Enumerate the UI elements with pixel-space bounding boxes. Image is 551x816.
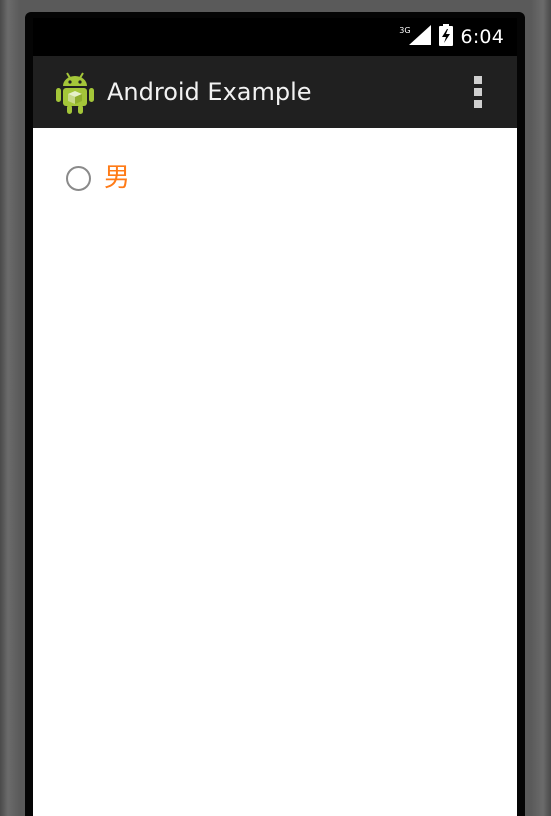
android-robot-icon[interactable]	[55, 71, 95, 115]
overflow-dot	[474, 76, 482, 84]
radio-button-circle[interactable]	[66, 165, 91, 191]
signal-icon	[408, 25, 431, 49]
network-type-label: 3G	[399, 25, 411, 35]
overflow-menu-icon[interactable]	[467, 74, 489, 110]
device-screen: 3G 6:04 Android Example 男	[33, 18, 517, 816]
overflow-dot	[474, 100, 482, 108]
radio-label[interactable]: 男	[104, 162, 130, 194]
overflow-dot	[474, 88, 482, 96]
gender-radio-male[interactable]: 男	[66, 162, 130, 194]
action-bar: Android Example	[33, 56, 517, 128]
main-content: 男	[33, 128, 517, 816]
status-bar-right: 3G 6:04	[399, 24, 504, 50]
app-title: Android Example	[107, 78, 312, 106]
status-bar: 3G 6:04	[33, 18, 517, 56]
battery-charging-icon	[438, 24, 453, 50]
status-clock: 6:04	[460, 26, 504, 48]
